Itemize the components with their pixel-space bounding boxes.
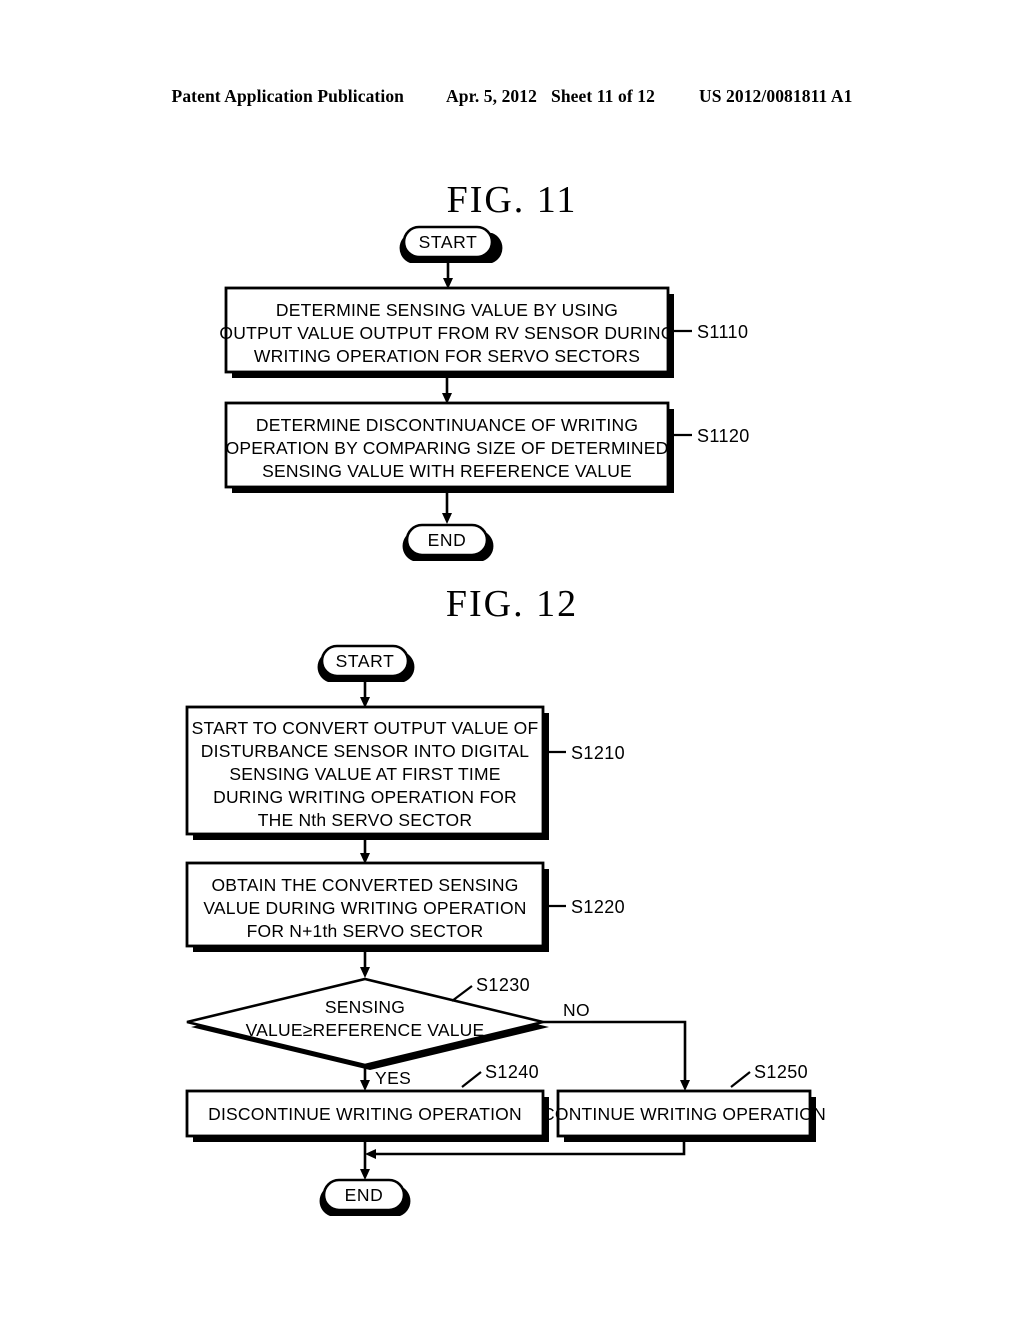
- fig12-branch-no-label: NO: [563, 1000, 590, 1020]
- fig12-s1220-line-3: FOR N+1th SERVO SECTOR: [247, 921, 484, 941]
- fig12-s1250-line-1: CONTINUE WRITING OPERATION: [542, 1104, 826, 1124]
- fig12-s1240-line-1: DISCONTINUE WRITING OPERATION: [208, 1104, 522, 1124]
- fig12-s1250-reference: S1250: [730, 1062, 808, 1088]
- fig12-s1210-line-2: DISTURBANCE SENSOR INTO DIGITAL: [201, 741, 529, 761]
- fig12-start-label: START: [336, 651, 395, 671]
- fig12-s1210-ref-label: S1210: [571, 743, 625, 763]
- figure-12-flowchart: START START TO CONVERT OUTPUT VALUE OF D…: [185, 644, 826, 1216]
- fig12-connector-s1210-to-s1220: [360, 840, 370, 864]
- fig12-connector-s1220-to-s1230: [360, 952, 370, 978]
- fig12-s1230-reference: S1230: [451, 975, 530, 1002]
- fig12-s1230-line-2: VALUE≥REFERENCE VALUE: [246, 1020, 485, 1040]
- fig12-s1220-line-1: OBTAIN THE CONVERTED SENSING: [211, 875, 518, 895]
- fig12-s1240-node: DISCONTINUE WRITING OPERATION: [185, 1089, 549, 1142]
- fig12-s1220-node: OBTAIN THE CONVERTED SENSING VALUE DURIN…: [185, 861, 549, 952]
- fig12-s1230-ref-label: S1230: [476, 975, 530, 995]
- fig12-s1250-node: CONTINUE WRITING OPERATION: [542, 1089, 826, 1142]
- fig12-s1210-line-4: DURING WRITING OPERATION FOR: [213, 787, 517, 807]
- fig12-end-node: END: [319, 1178, 411, 1216]
- fig12-s1210-line-1: START TO CONVERT OUTPUT VALUE OF: [192, 718, 539, 738]
- fig12-s1240-ref-label: S1240: [485, 1062, 539, 1082]
- fig12-connector-no-to-s1250: [543, 1020, 690, 1091]
- fig12-branch-yes-label: YES: [375, 1068, 411, 1088]
- fig12-s1230-line-1: SENSING: [325, 997, 405, 1017]
- fig12-s1210-line-5: THE Nth SERVO SECTOR: [258, 810, 472, 830]
- fig12-merge-connector: [360, 1136, 686, 1180]
- fig12-s1240-reference: S1240: [461, 1062, 539, 1088]
- fig12-s1220-ref-label: S1220: [571, 897, 625, 917]
- fig12-s1220-reference: S1220: [544, 897, 625, 917]
- fig12-end-label: END: [345, 1185, 384, 1205]
- fig12-s1210-node: START TO CONVERT OUTPUT VALUE OF DISTURB…: [185, 705, 549, 840]
- patent-drawing-page: Patent Application Publication Apr. 5, 2…: [0, 0, 1024, 1320]
- fig12-s1210-line-3: SENSING VALUE AT FIRST TIME: [229, 764, 500, 784]
- fig12-s1210-reference: S1210: [544, 743, 625, 763]
- fig12-s1250-ref-label: S1250: [754, 1062, 808, 1082]
- fig12-s1220-line-2: VALUE DURING WRITING OPERATION: [203, 898, 526, 918]
